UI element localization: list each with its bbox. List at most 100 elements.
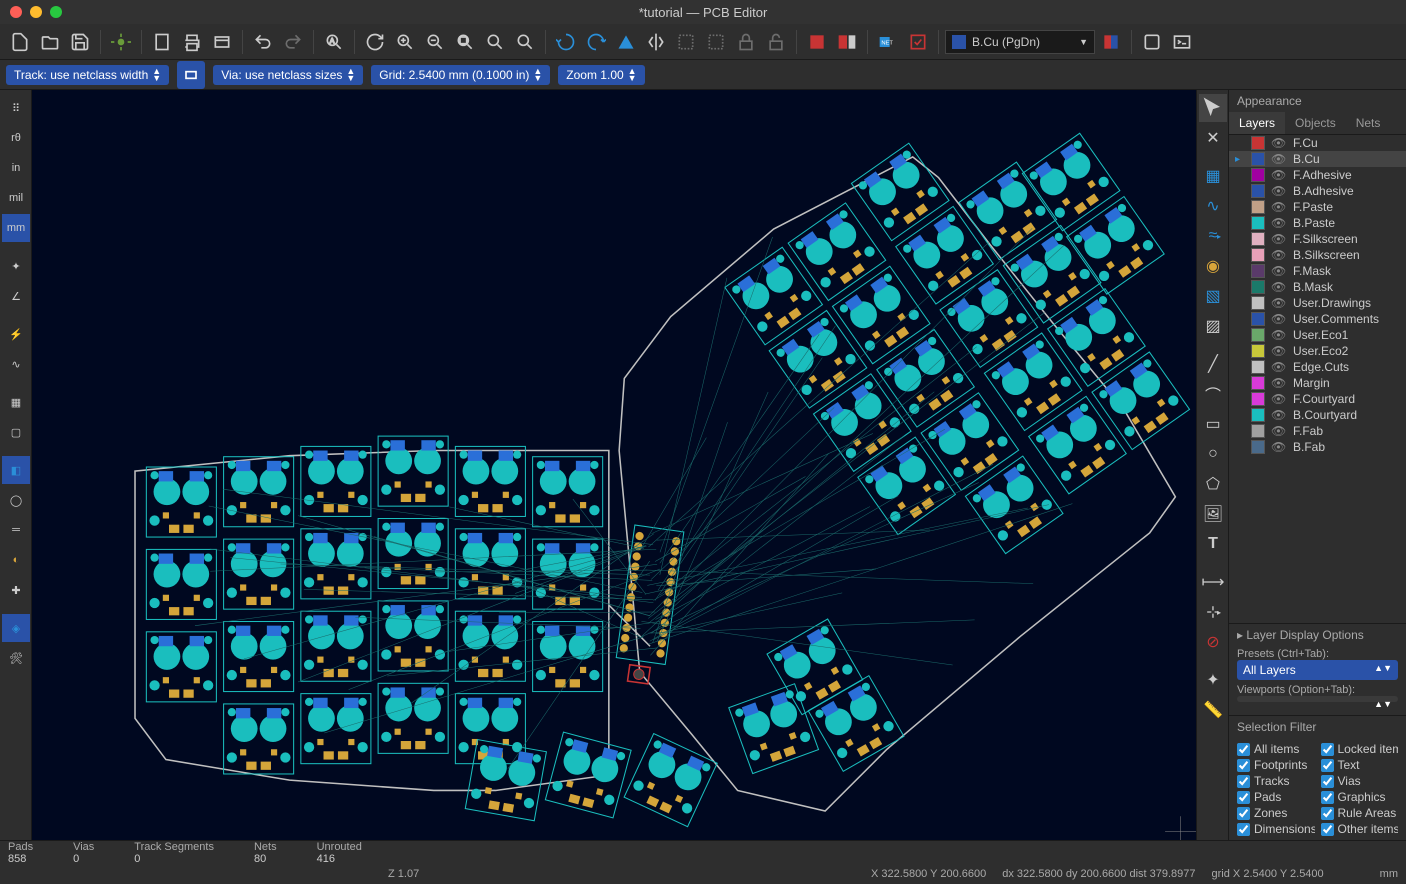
layer-row-f-silkscreen[interactable]: 👁F.Silkscreen [1229, 231, 1406, 247]
draw-arc-button[interactable]: ⌒ [1199, 380, 1227, 408]
add-dimension-button[interactable]: ⟼ [1199, 568, 1227, 596]
print-button[interactable] [178, 28, 206, 56]
zoom-fit-button[interactable] [451, 28, 479, 56]
set-origin-button[interactable]: ⊹▸ [1199, 598, 1227, 626]
unlock-button[interactable] [762, 28, 790, 56]
filter-text[interactable]: Text [1321, 758, 1399, 772]
group-button[interactable] [672, 28, 700, 56]
layer-pair-button[interactable] [1097, 28, 1125, 56]
filter-graphics[interactable]: Graphics [1321, 790, 1399, 804]
layer-row-f-courtyard[interactable]: 👁F.Courtyard [1229, 391, 1406, 407]
zone-fill-button[interactable]: ▦ [2, 388, 30, 416]
filter-pads[interactable]: Pads [1237, 790, 1315, 804]
rotate-ccw-button[interactable] [552, 28, 580, 56]
zoom-selection-button[interactable] [511, 28, 539, 56]
minimize-window-button[interactable] [30, 6, 42, 18]
redo-button[interactable] [279, 28, 307, 56]
add-rule-area-button[interactable]: ▨ [1199, 312, 1227, 340]
filter-dimensions[interactable]: Dimensions [1237, 822, 1315, 836]
footprint-editor-button[interactable] [803, 28, 831, 56]
layer-display-options[interactable]: ▸ Layer Display Options [1229, 623, 1406, 646]
tab-layers[interactable]: Layers [1229, 112, 1285, 134]
mirror-h-button[interactable] [612, 28, 640, 56]
maximize-window-button[interactable] [50, 6, 62, 18]
filter-tracks[interactable]: Tracks [1237, 774, 1315, 788]
add-image-button[interactable]: 🖼 [1199, 500, 1227, 528]
pcb-canvas[interactable] [32, 90, 1196, 840]
plot-button[interactable] [208, 28, 236, 56]
undo-button[interactable] [249, 28, 277, 56]
draw-poly-button[interactable]: ⬠ [1199, 470, 1227, 498]
update-from-schematic-button[interactable]: NET [874, 28, 902, 56]
cursor-snap-button[interactable]: ✦ [2, 252, 30, 280]
layers-manager-button[interactable]: ◈ [2, 614, 30, 642]
contrast-button[interactable]: ◐ [2, 546, 30, 574]
zoom-out-button[interactable] [421, 28, 449, 56]
layer-row-f-adhesive[interactable]: 👁F.Adhesive [1229, 167, 1406, 183]
filter-all-items[interactable]: All items [1237, 742, 1315, 756]
save-button[interactable] [66, 28, 94, 56]
add-zone-button[interactable]: ▧ [1199, 282, 1227, 310]
layers-list[interactable]: 👁F.Cu▸👁B.Cu👁F.Adhesive👁B.Adhesive👁F.Past… [1229, 135, 1406, 623]
layer-row-f-cu[interactable]: 👁F.Cu [1229, 135, 1406, 151]
mils-button[interactable]: mil [2, 184, 30, 212]
layer-row-b-fab[interactable]: 👁B.Fab [1229, 439, 1406, 455]
draw-circle-button[interactable]: ○ [1199, 440, 1227, 468]
filter-rule-areas[interactable]: Rule Areas [1321, 806, 1399, 820]
page-settings-button[interactable] [148, 28, 176, 56]
route-track-button[interactable]: ∿ [1199, 192, 1227, 220]
layer-row-b-silkscreen[interactable]: 👁B.Silkscreen [1229, 247, 1406, 263]
find-button[interactable]: A [320, 28, 348, 56]
drc-button[interactable] [904, 28, 932, 56]
track-width-select[interactable]: Track: use netclass width▲▼ [6, 65, 169, 85]
new-file-button[interactable] [6, 28, 34, 56]
viewports-select[interactable]: ▲▼ [1237, 696, 1398, 702]
layer-row-edge-cuts[interactable]: 👁Edge.Cuts [1229, 359, 1406, 375]
track-sketch-button[interactable]: ═ [2, 516, 30, 544]
layer-row-margin[interactable]: 👁Margin [1229, 375, 1406, 391]
local-coords-button[interactable]: ✕ [1199, 124, 1227, 152]
draw-rect-button[interactable]: ▭ [1199, 410, 1227, 438]
add-text-button[interactable]: T [1199, 530, 1227, 558]
footprint-browser-button[interactable] [833, 28, 861, 56]
layer-row-f-paste[interactable]: 👁F.Paste [1229, 199, 1406, 215]
add-via-button[interactable]: ◉ [1199, 252, 1227, 280]
zoom-objects-button[interactable] [481, 28, 509, 56]
filter-vias[interactable]: Vias [1321, 774, 1399, 788]
layer-row-f-mask[interactable]: 👁F.Mask [1229, 263, 1406, 279]
layer-row-b-paste[interactable]: 👁B.Paste [1229, 215, 1406, 231]
zoom-in-button[interactable] [391, 28, 419, 56]
zoom-select[interactable]: Zoom 1.00▲▼ [558, 65, 644, 85]
route-diff-button[interactable]: ≈▸ [1199, 222, 1227, 250]
select-tool-button[interactable] [1199, 94, 1227, 122]
add-footprint-button[interactable]: ▦ [1199, 162, 1227, 190]
open-file-button[interactable] [36, 28, 64, 56]
layer-row-b-adhesive[interactable]: 👁B.Adhesive [1229, 183, 1406, 199]
layer-row-b-cu[interactable]: ▸👁B.Cu [1229, 151, 1406, 167]
active-layer-select[interactable]: B.Cu (PgDn) ▼ [945, 30, 1095, 54]
draw-line-button[interactable]: ╱ [1199, 350, 1227, 378]
tab-objects[interactable]: Objects [1285, 112, 1346, 134]
net-color-button[interactable]: ✚ [2, 576, 30, 604]
properties-button[interactable]: 🛠 [2, 644, 30, 672]
refresh-button[interactable] [361, 28, 389, 56]
curved-rats-button[interactable]: ∿ [2, 350, 30, 378]
mm-button[interactable]: mm [2, 214, 30, 242]
zone-outline-button[interactable]: ▢ [2, 418, 30, 446]
tab-nets[interactable]: Nets [1346, 112, 1391, 134]
inches-button[interactable]: in [2, 154, 30, 182]
layer-row-f-fab[interactable]: 👁F.Fab [1229, 423, 1406, 439]
via-size-select[interactable]: Via: use netclass sizes▲▼ [213, 65, 363, 85]
layer-row-user-comments[interactable]: 👁User.Comments [1229, 311, 1406, 327]
lock-button[interactable] [732, 28, 760, 56]
grid-select[interactable]: Grid: 2.5400 mm (0.1000 in)▲▼ [371, 65, 550, 85]
track-width-edit-button[interactable] [177, 61, 205, 89]
ungroup-button[interactable] [702, 28, 730, 56]
layer-row-user-drawings[interactable]: 👁User.Drawings [1229, 295, 1406, 311]
plugin-button[interactable] [1138, 28, 1166, 56]
delete-button[interactable]: ⊘ [1199, 628, 1227, 656]
close-window-button[interactable] [10, 6, 22, 18]
layer-row-b-mask[interactable]: 👁B.Mask [1229, 279, 1406, 295]
pad-sketch-button[interactable]: ◧ [2, 456, 30, 484]
board-setup-button[interactable] [107, 28, 135, 56]
